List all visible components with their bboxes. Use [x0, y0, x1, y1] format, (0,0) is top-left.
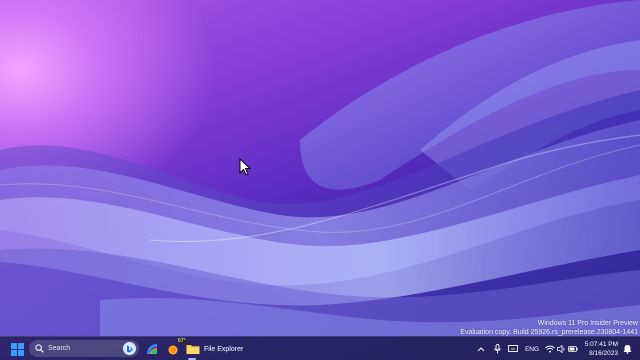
folder-icon: [186, 345, 200, 354]
microphone-button[interactable]: [491, 337, 503, 360]
language-indicator: ENG: [524, 345, 540, 353]
taskbar: Search 67° File Explorer ENG 5:07:41 PM …: [0, 336, 640, 360]
mouse-cursor-icon: [239, 158, 251, 176]
search-input[interactable]: Search: [29, 340, 139, 357]
battery-icon: [567, 346, 578, 352]
search-placeholder: Search: [48, 345, 71, 352]
display-button[interactable]: [506, 337, 520, 360]
display-icon: [508, 345, 518, 352]
file-explorer-label: File Explorer: [204, 345, 244, 353]
wifi-icon: [544, 345, 555, 353]
bell-icon: [623, 345, 631, 354]
taskbar-app-news[interactable]: [141, 337, 163, 360]
chevron-up-icon: [477, 347, 485, 352]
notifications-button[interactable]: [620, 337, 634, 360]
wallpaper: [0, 0, 640, 336]
clock-button[interactable]: 5:07:41 PM 8/16/2023: [585, 340, 618, 358]
search-icon: [35, 344, 44, 353]
show-hidden-icons-button[interactable]: [474, 337, 488, 360]
volume-icon: [556, 345, 564, 353]
bing-icon: [127, 345, 133, 352]
build-watermark: Windows 11 Pro Insider Preview Evaluatio…: [460, 319, 638, 337]
taskbar-app-weather[interactable]: 67°: [163, 337, 187, 360]
bing-button[interactable]: [123, 342, 136, 355]
microphone-icon: [493, 344, 501, 354]
quick-settings-button[interactable]: [544, 337, 578, 360]
input-language-button[interactable]: ENG: [523, 337, 541, 360]
bing-news-icon: [147, 344, 157, 354]
taskbar-app-file-explorer[interactable]: File Explorer: [186, 337, 246, 360]
windows-logo-icon: [10, 342, 24, 356]
watermark-edition: Windows 11 Pro Insider Preview: [537, 320, 638, 327]
desktop[interactable]: Windows 11 Pro Insider Preview Evaluatio…: [0, 0, 640, 360]
clock-time: 5:07:41 PM: [584, 341, 618, 348]
weather-icon: [168, 345, 178, 355]
clock-date: 8/16/2023: [589, 350, 618, 357]
start-button[interactable]: [7, 337, 27, 360]
